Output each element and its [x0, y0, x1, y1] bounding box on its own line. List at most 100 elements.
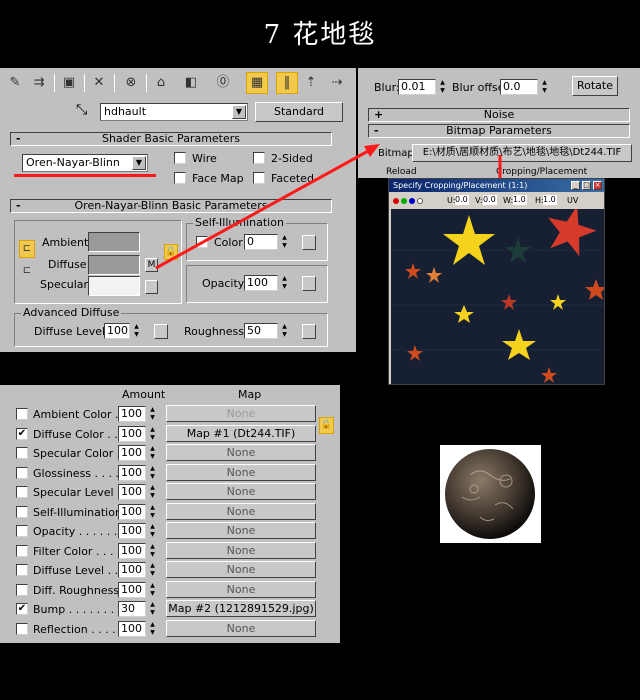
map-slot-button[interactable]: None: [166, 561, 316, 578]
map-enable-checkbox[interactable]: [16, 622, 28, 635]
maximize-icon[interactable]: □: [582, 181, 591, 190]
diffuse-level-input[interactable]: 100: [104, 323, 130, 339]
spinner-arrows[interactable]: ▲ ▼: [148, 562, 157, 578]
spinner-arrows[interactable]: ▲ ▼: [280, 234, 289, 250]
spinner-arrows[interactable]: ▲ ▼: [148, 406, 157, 422]
map-enable-checkbox[interactable]: [16, 525, 28, 537]
map-slot-button[interactable]: None: [166, 580, 316, 598]
close-icon[interactable]: ×: [593, 181, 602, 190]
h-value[interactable]: 1.0: [543, 195, 557, 205]
carpet-texture-preview[interactable]: [391, 205, 604, 384]
map-enable-checkbox[interactable]: [16, 447, 28, 459]
map-enable-checkbox[interactable]: [16, 408, 28, 420]
map-amount-input[interactable]: 100: [118, 406, 146, 422]
w-value[interactable]: 1.0: [513, 195, 527, 205]
opacity-value-input[interactable]: 100: [244, 275, 278, 291]
face-map-checkbox[interactable]: [174, 172, 186, 184]
diffuse-level-map-button[interactable]: [154, 324, 168, 339]
spinner-arrows[interactable]: ▲ ▼: [148, 484, 157, 500]
onb-basic-rollout-header[interactable]: - Oren-Nayar-Blinn Basic Parameters: [10, 199, 332, 213]
uv-toggle[interactable]: UV: [567, 196, 578, 205]
lock-ambient-diffuse-icon[interactable]: ⊏: [19, 240, 35, 258]
map-slot-button[interactable]: Map #1 (Dt244.TIF): [166, 424, 316, 442]
spinner-arrows[interactable]: ▲ ▼: [148, 523, 157, 539]
blue-channel-icon[interactable]: [409, 198, 415, 204]
two-sided-checkbox[interactable]: [253, 152, 265, 164]
get-material-icon[interactable]: ✎: [4, 72, 26, 94]
spinner-arrows[interactable]: ▲ ▼: [540, 79, 549, 95]
wire-checkbox[interactable]: [174, 152, 186, 164]
map-amount-input[interactable]: 100: [118, 425, 146, 442]
map-slot-button[interactable]: None: [166, 541, 316, 559]
put-to-library-icon[interactable]: ⌂: [150, 72, 172, 94]
put-to-scene-icon[interactable]: ⇉: [28, 72, 50, 94]
map-slot-button[interactable]: None: [166, 483, 316, 500]
map-enable-checkbox[interactable]: ✔: [16, 427, 28, 440]
material-type-button[interactable]: Standard: [255, 102, 343, 122]
map-enable-checkbox[interactable]: [16, 583, 28, 596]
green-channel-icon[interactable]: [401, 198, 407, 204]
map-amount-input[interactable]: 100: [118, 503, 146, 520]
map-slot-button[interactable]: None: [166, 463, 316, 481]
go-to-parent-icon[interactable]: ⇡: [300, 72, 322, 94]
spinner-arrows[interactable]: ▲ ▼: [438, 79, 447, 95]
specular-color-swatch[interactable]: [88, 276, 140, 296]
spinner-arrows[interactable]: ▲ ▼: [148, 582, 157, 598]
map-amount-input[interactable]: 100: [118, 484, 146, 500]
self-illum-map-button[interactable]: [302, 235, 316, 250]
spinner-arrows[interactable]: ▲ ▼: [280, 323, 289, 339]
map-slot-button[interactable]: Map #2 (1212891529.jpg): [166, 600, 316, 617]
bitmap-path-button[interactable]: E:\材质\居顺材质\布艺\地毯\地毯\Dt244.TIF: [412, 144, 632, 162]
alpha-channel-icon[interactable]: [417, 198, 423, 204]
red-channel-icon[interactable]: [393, 198, 399, 204]
lock-icon[interactable]: 🔒: [164, 244, 178, 260]
ambient-color-swatch[interactable]: [88, 232, 140, 252]
noise-rollout-header[interactable]: + Noise: [368, 108, 630, 122]
delete-icon[interactable]: ✕: [88, 72, 110, 94]
rotate-button[interactable]: Rotate: [572, 76, 618, 96]
material-sample-slot[interactable]: [440, 445, 541, 543]
map-amount-input[interactable]: 100: [118, 445, 146, 461]
map-amount-input[interactable]: 100: [118, 581, 146, 598]
opacity-map-button[interactable]: [302, 276, 316, 291]
shader-basic-rollout-header[interactable]: - Shader Basic Parameters: [10, 132, 332, 146]
spinner-arrows[interactable]: ▲ ▼: [148, 426, 157, 442]
spinner-arrows[interactable]: ▲ ▼: [148, 543, 157, 559]
v-value[interactable]: 0.0: [483, 195, 497, 205]
blur-offset-input[interactable]: 0.0: [500, 79, 538, 95]
diffuse-map-button[interactable]: M: [145, 258, 158, 272]
map-enable-checkbox[interactable]: [16, 544, 28, 557]
spinner-arrows[interactable]: ▲ ▼: [148, 465, 157, 481]
map-enable-checkbox[interactable]: [16, 466, 28, 479]
map-slot-button[interactable]: None: [166, 502, 316, 520]
make-unique-icon[interactable]: ⊗: [120, 72, 142, 94]
spinner-arrows[interactable]: ▲ ▼: [148, 601, 157, 617]
map-amount-input[interactable]: 100: [118, 464, 146, 481]
bitmap-rollout-header[interactable]: - Bitmap Parameters: [368, 124, 630, 138]
pick-material-icon[interactable]: ⤡: [76, 102, 87, 118]
minimize-icon[interactable]: _: [571, 181, 580, 190]
map-amount-input[interactable]: 100: [118, 562, 146, 578]
specular-map-button[interactable]: [145, 280, 158, 294]
chevron-down-icon[interactable]: ▼: [232, 105, 246, 119]
spinner-arrows[interactable]: ▲ ▼: [280, 275, 289, 291]
reload-button[interactable]: Reload: [386, 167, 417, 177]
show-end-result-icon[interactable]: ‖: [276, 72, 298, 94]
map-enable-checkbox[interactable]: ✔: [16, 603, 28, 615]
map-slot-button[interactable]: None: [166, 444, 316, 461]
show-map-in-viewport-icon[interactable]: ▦: [246, 72, 268, 94]
map-amount-input[interactable]: 100: [118, 523, 146, 539]
map-slot-button[interactable]: None: [166, 405, 316, 422]
map-slot-button[interactable]: None: [166, 522, 316, 539]
u-value[interactable]: 0.0: [455, 195, 469, 205]
assign-material-icon[interactable]: ▣: [58, 72, 80, 94]
shader-type-select[interactable]: Oren-Nayar-Blinn ▼: [22, 154, 148, 172]
material-id-icon[interactable]: ◧: [180, 72, 202, 94]
spinner-arrows[interactable]: ▲ ▼: [132, 323, 141, 339]
spinner-arrows[interactable]: ▲ ▼: [148, 504, 157, 520]
spinner-arrows[interactable]: ▲ ▼: [148, 621, 157, 637]
self-illum-value-input[interactable]: 0: [244, 234, 278, 250]
self-illum-color-checkbox[interactable]: [196, 236, 208, 248]
diffuse-color-swatch[interactable]: [88, 255, 140, 275]
map-amount-input[interactable]: 100: [118, 542, 146, 559]
